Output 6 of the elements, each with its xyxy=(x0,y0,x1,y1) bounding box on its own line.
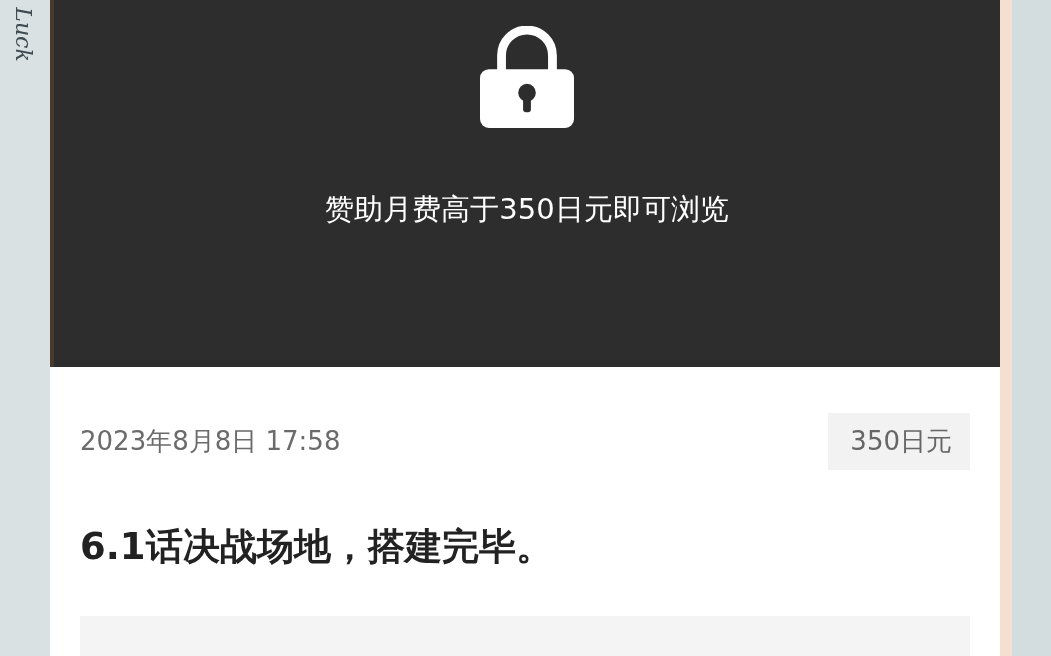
lock-message: 赞助月费高于350日元即可浏览 xyxy=(325,191,729,228)
post-title: 6.1话决战场地，搭建完毕。 xyxy=(80,524,554,570)
post-date: 2023年8月8日 17:58 xyxy=(80,425,341,458)
handwritten-note: Luck xyxy=(10,7,36,62)
lock-icon xyxy=(480,26,574,128)
price-badge: 350日元 xyxy=(828,413,970,470)
